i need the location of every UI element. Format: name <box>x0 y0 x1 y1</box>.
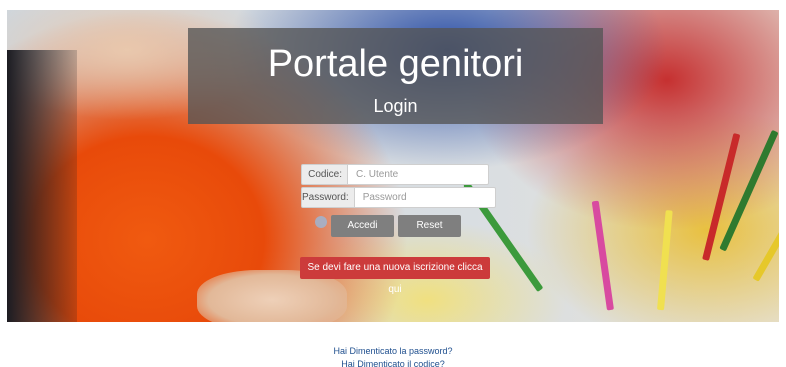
forgot-password-link[interactable]: Hai Dimenticato la password? <box>0 345 786 358</box>
forgot-code-link[interactable]: Hai Dimenticato il codice? <box>0 358 786 367</box>
password-input[interactable] <box>354 187 496 208</box>
code-label: Codice: <box>301 164 348 185</box>
pencil-pink <box>591 200 614 311</box>
password-field-row: Password: <box>301 187 496 208</box>
page-title: Portale genitori <box>267 43 524 85</box>
new-registration-button[interactable]: Se devi fare una nuova iscrizione clicca… <box>300 257 490 295</box>
pencil-yellow <box>752 165 779 282</box>
login-button[interactable]: Accedi <box>331 215 394 237</box>
decorative-dot <box>315 216 327 228</box>
password-label: Password: <box>301 187 355 208</box>
title-overlay: Portale genitori Login <box>188 28 603 124</box>
reset-button[interactable]: Reset <box>398 215 461 237</box>
pencil-dark-green <box>719 129 779 252</box>
page-subtitle: Login <box>373 96 418 116</box>
code-field-row: Codice: <box>301 164 489 185</box>
code-input[interactable] <box>348 164 489 185</box>
pencil-light-yellow <box>657 210 673 311</box>
footer-links: Hai Dimenticato la password? Hai Dimenti… <box>0 345 786 367</box>
hero-shadow <box>7 50 77 322</box>
